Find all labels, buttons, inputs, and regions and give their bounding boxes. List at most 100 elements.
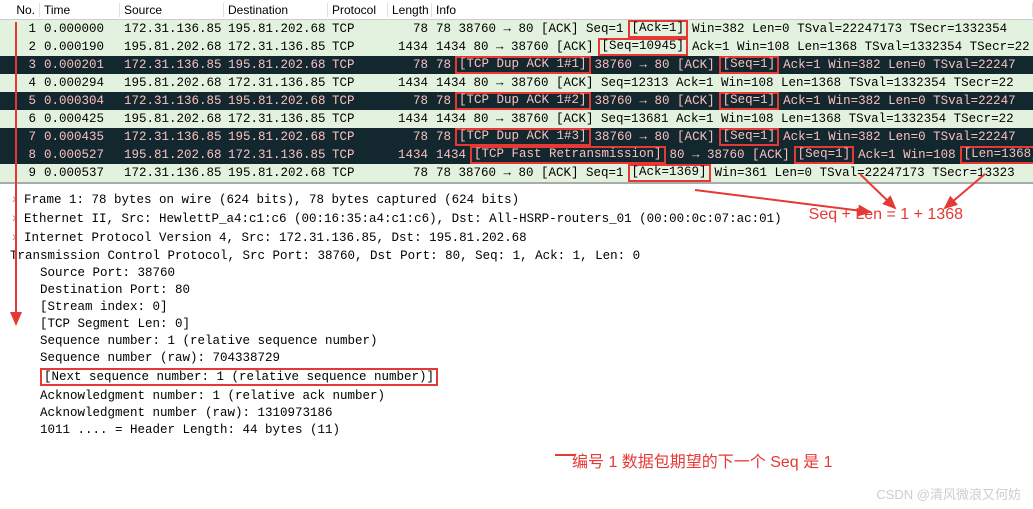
cell-no: 3 bbox=[0, 58, 40, 72]
cell-info: 78 [TCP Dup ACK 1#2] 38760 → 80 [ACK] [S… bbox=[432, 92, 1033, 110]
cell-destination: 195.81.202.68 bbox=[224, 130, 328, 144]
cell-source: 195.81.202.68 bbox=[120, 76, 224, 90]
col-info[interactable]: Info bbox=[432, 3, 1033, 17]
cell-time: 0.000537 bbox=[40, 166, 120, 180]
cell-destination: 195.81.202.68 bbox=[224, 166, 328, 180]
annotation-formula: Seq + Len = 1 + 1368 bbox=[809, 206, 963, 224]
column-headers[interactable]: No. Time Source Destination Protocol Len… bbox=[0, 0, 1033, 20]
cell-info: 1434 80 → 38760 [ACK] Seq=12313 Ack=1 Wi… bbox=[432, 76, 1033, 90]
cell-info: 78 [TCP Dup ACK 1#3] 38760 → 80 [ACK] [S… bbox=[432, 128, 1033, 146]
cell-info: 78 [TCP Dup ACK 1#1] 38760 → 80 [ACK] [S… bbox=[432, 56, 1033, 74]
col-time[interactable]: Time bbox=[40, 3, 120, 17]
cell-destination: 195.81.202.68 bbox=[224, 94, 328, 108]
cell-no: 9 bbox=[0, 166, 40, 180]
cell-no: 1 bbox=[0, 22, 40, 36]
cell-destination: 172.31.136.85 bbox=[224, 40, 328, 54]
tree-tcp[interactable]: Transmission Control Protocol, Src Port:… bbox=[0, 247, 1033, 264]
cell-time: 0.000000 bbox=[40, 22, 120, 36]
col-destination[interactable]: Destination bbox=[224, 3, 328, 17]
cell-source: 172.31.136.85 bbox=[120, 58, 224, 72]
packet-row[interactable]: 30.000201172.31.136.85195.81.202.68TCP78… bbox=[0, 56, 1033, 74]
col-no[interactable]: No. bbox=[0, 3, 40, 17]
highlighted-value: [Ack=1369] bbox=[628, 164, 711, 182]
cell-time: 0.000304 bbox=[40, 94, 120, 108]
packet-list-pane[interactable]: No. Time Source Destination Protocol Len… bbox=[0, 0, 1033, 184]
cell-source: 195.81.202.68 bbox=[120, 148, 224, 162]
cell-length: 78 bbox=[388, 130, 432, 144]
cell-protocol: TCP bbox=[328, 94, 388, 108]
cell-destination: 172.31.136.85 bbox=[224, 76, 328, 90]
col-source[interactable]: Source bbox=[120, 3, 224, 17]
cell-source: 195.81.202.68 bbox=[120, 40, 224, 54]
highlighted-value: [TCP Dup ACK 1#1] bbox=[455, 56, 591, 74]
packet-row[interactable]: 60.000425195.81.202.68172.31.136.85TCP14… bbox=[0, 110, 1033, 128]
tree-nextseq[interactable]: [Next sequence number: 1 (relative seque… bbox=[0, 366, 1033, 387]
packet-row[interactable]: 80.000527195.81.202.68172.31.136.85TCP14… bbox=[0, 146, 1033, 164]
packet-row[interactable]: 10.000000172.31.136.85195.81.202.68TCP78… bbox=[0, 20, 1033, 38]
tree-seqnum[interactable]: Sequence number: 1 (relative sequence nu… bbox=[0, 332, 1033, 349]
highlighted-value: [Seq=1] bbox=[719, 56, 780, 74]
cell-no: 4 bbox=[0, 76, 40, 90]
cell-protocol: TCP bbox=[328, 76, 388, 90]
cell-info: 1434 [TCP Fast Retransmission] 80 → 3876… bbox=[432, 146, 1033, 164]
highlighted-value: [Seq=1] bbox=[719, 92, 780, 110]
cell-length: 1434 bbox=[388, 148, 432, 162]
packet-row[interactable]: 50.000304172.31.136.85195.81.202.68TCP78… bbox=[0, 92, 1033, 110]
packet-row[interactable]: 40.000294195.81.202.68172.31.136.85TCP 14… bbox=[0, 74, 1033, 92]
tree-ip[interactable]: Internet Protocol Version 4, Src: 172.31… bbox=[0, 228, 1033, 247]
cell-no: 7 bbox=[0, 130, 40, 144]
highlighted-value: [TCP Fast Retransmission] bbox=[470, 146, 666, 164]
cell-info: 1434 80 → 38760 [ACK] Seq=13681 Ack=1 Wi… bbox=[432, 112, 1033, 126]
col-protocol[interactable]: Protocol bbox=[328, 3, 388, 17]
watermark: CSDN @清风微浪又何妨 bbox=[876, 484, 1021, 503]
cell-no: 2 bbox=[0, 40, 40, 54]
cell-source: 195.81.202.68 bbox=[120, 112, 224, 126]
cell-no: 6 bbox=[0, 112, 40, 126]
tree-seglen[interactable]: [TCP Segment Len: 0] bbox=[0, 315, 1033, 332]
cell-time: 0.000527 bbox=[40, 148, 120, 162]
packet-row[interactable]: 20.000190195.81.202.68172.31.136.85TCP 14… bbox=[0, 38, 1033, 56]
col-length[interactable]: Length bbox=[388, 3, 432, 17]
packet-row[interactable]: 90.000537172.31.136.85195.81.202.68TCP78… bbox=[0, 164, 1033, 182]
cell-info: 78 38760 → 80 [ACK] Seq=1 [Ack=1369] Win… bbox=[432, 164, 1033, 182]
cell-length: 1434 bbox=[388, 112, 432, 126]
cell-info: 78 38760 → 80 [ACK] Seq=1 [Ack=1] Win=38… bbox=[432, 20, 1033, 38]
cell-time: 0.000294 bbox=[40, 76, 120, 90]
cell-length: 78 bbox=[388, 94, 432, 108]
cell-protocol: TCP bbox=[328, 166, 388, 180]
tree-hdrlen[interactable]: 1011 .... = Header Length: 44 bytes (11) bbox=[0, 421, 1033, 438]
cell-time: 0.000425 bbox=[40, 112, 120, 126]
cell-protocol: TCP bbox=[328, 58, 388, 72]
cell-source: 172.31.136.85 bbox=[120, 130, 224, 144]
cell-protocol: TCP bbox=[328, 130, 388, 144]
packet-row[interactable]: 70.000435172.31.136.85195.81.202.68TCP78… bbox=[0, 128, 1033, 146]
cell-time: 0.000435 bbox=[40, 130, 120, 144]
highlighted-value: [Seq=1] bbox=[719, 128, 780, 146]
tree-stream[interactable]: [Stream index: 0] bbox=[0, 298, 1033, 315]
cell-protocol: TCP bbox=[328, 40, 388, 54]
packet-details-pane[interactable]: Frame 1: 78 bytes on wire (624 bits), 78… bbox=[0, 184, 1033, 484]
cell-length: 78 bbox=[388, 166, 432, 180]
highlighted-value: [Len=1368] bbox=[960, 146, 1033, 164]
cell-source: 172.31.136.85 bbox=[120, 22, 224, 36]
cell-protocol: TCP bbox=[328, 22, 388, 36]
cell-protocol: TCP bbox=[328, 112, 388, 126]
tree-dstport[interactable]: Destination Port: 80 bbox=[0, 281, 1033, 298]
cell-no: 8 bbox=[0, 148, 40, 162]
highlighted-value: [TCP Dup ACK 1#2] bbox=[455, 92, 591, 110]
tree-ackraw[interactable]: Acknowledgment number (raw): 1310973186 bbox=[0, 404, 1033, 421]
tree-srcport[interactable]: Source Port: 38760 bbox=[0, 264, 1033, 281]
cell-info: 1434 80 → 38760 [ACK] [Seq=10945] Ack=1 … bbox=[432, 38, 1033, 56]
highlighted-value: [TCP Dup ACK 1#3] bbox=[455, 128, 591, 146]
tree-seqraw[interactable]: Sequence number (raw): 704338729 bbox=[0, 349, 1033, 366]
cell-time: 0.000201 bbox=[40, 58, 120, 72]
cell-no: 5 bbox=[0, 94, 40, 108]
cell-protocol: TCP bbox=[328, 148, 388, 162]
cell-length: 78 bbox=[388, 58, 432, 72]
cell-time: 0.000190 bbox=[40, 40, 120, 54]
cell-destination: 195.81.202.68 bbox=[224, 58, 328, 72]
tree-acknum[interactable]: Acknowledgment number: 1 (relative ack n… bbox=[0, 387, 1033, 404]
cell-destination: 172.31.136.85 bbox=[224, 148, 328, 162]
highlighted-value: [Seq=1] bbox=[794, 146, 855, 164]
highlighted-value: [Seq=10945] bbox=[598, 38, 689, 56]
